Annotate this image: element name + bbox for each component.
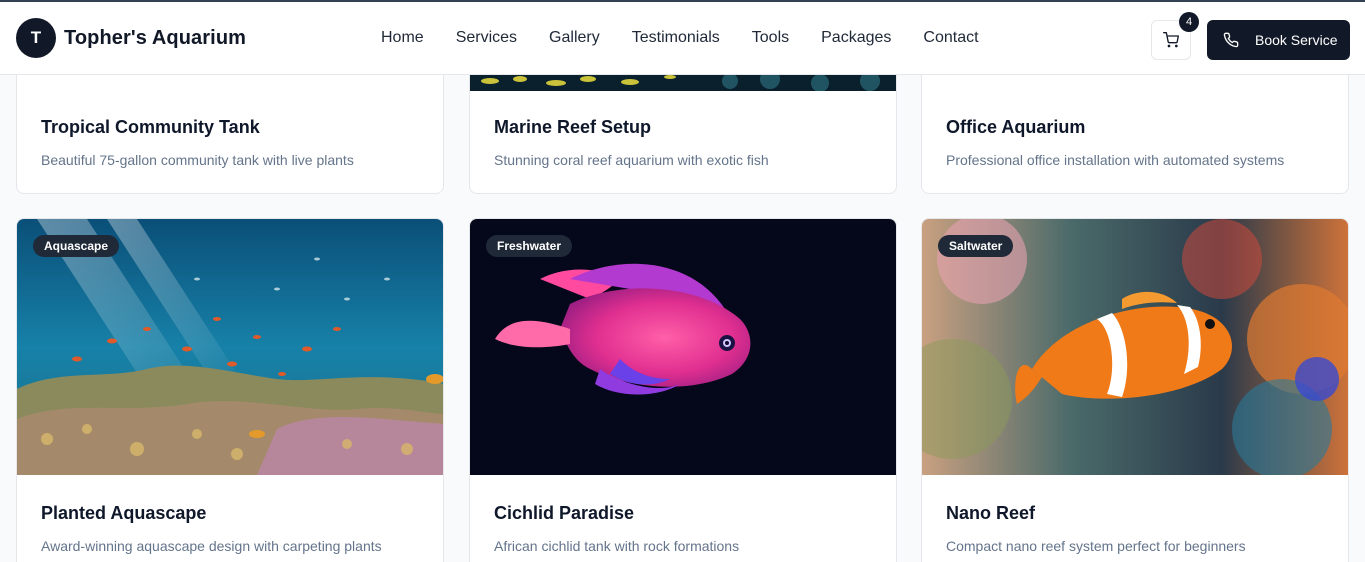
book-service-label: Book Service [1255,32,1338,48]
nav-contact[interactable]: Contact [923,29,978,47]
card-image: Aquascape [17,219,443,475]
category-badge: Aquascape [33,235,120,257]
category-badge: Saltwater [938,235,1014,257]
category-badge: Freshwater [486,235,573,257]
brand-name: Topher's Aquarium [64,26,247,49]
card-title: Office Aquarium [946,117,1086,137]
shopping-cart-icon [1163,32,1179,48]
card-body: Cichlid Paradise African cichlid tank wi… [470,475,896,554]
cart-count-badge: 4 [1179,12,1199,32]
card-title: Marine Reef Setup [494,117,652,137]
card-body: Nano Reef Compact nano reef system perfe… [922,475,1348,554]
card-title: Nano Reef [946,503,1036,523]
card-body: Planted Aquascape Award-winning aquascap… [17,475,443,554]
card-title: Tropical Community Tank [41,117,260,137]
book-service-button[interactable]: Book Service [1207,20,1350,60]
card-description: Stunning coral reef aquarium with exotic… [494,152,769,168]
gallery-card[interactable]: Saltwater Nano Reef Compact nano reef sy… [921,218,1349,562]
nav-services[interactable]: Services [456,29,517,47]
card-image: Freshwater [470,219,896,475]
card-description: Beautiful 75-gallon community tank with … [41,152,354,168]
card-description: African cichlid tank with rock formation… [494,538,740,554]
card-body: Tropical Community Tank Beautiful 75-gal… [17,117,378,168]
gallery-card[interactable]: Freshwater Cichlid Paradise African cich… [469,218,897,562]
site-header: T Topher's Aquarium Home Services Galler… [0,0,1365,75]
card-description: Award-winning aquascape design with carp… [41,538,382,554]
nav-home[interactable]: Home [381,29,424,47]
card-title: Planted Aquascape [41,503,207,523]
main-nav: Home Services Gallery Testimonials Tools… [381,29,979,47]
card-image: Saltwater [922,219,1348,475]
gallery-card[interactable]: Aquascape Planted Aquascape Award-winnin… [16,218,444,562]
phone-icon [1223,32,1239,48]
card-title: Cichlid Paradise [494,503,635,523]
card-body: Office Aquarium Professional office inst… [922,117,1308,168]
nav-gallery[interactable]: Gallery [549,29,600,47]
logo-badge: T [16,18,56,58]
card-description: Professional office installation with au… [946,152,1285,168]
nav-packages[interactable]: Packages [821,29,891,47]
nav-testimonials[interactable]: Testimonials [632,29,720,47]
card-description: Compact nano reef system perfect for beg… [946,538,1246,554]
cart-button[interactable]: 4 [1151,12,1199,60]
brand-logo[interactable]: T Topher's Aquarium [16,18,246,58]
nav-tools[interactable]: Tools [752,29,789,47]
card-body: Marine Reef Setup Stunning coral reef aq… [470,117,793,168]
